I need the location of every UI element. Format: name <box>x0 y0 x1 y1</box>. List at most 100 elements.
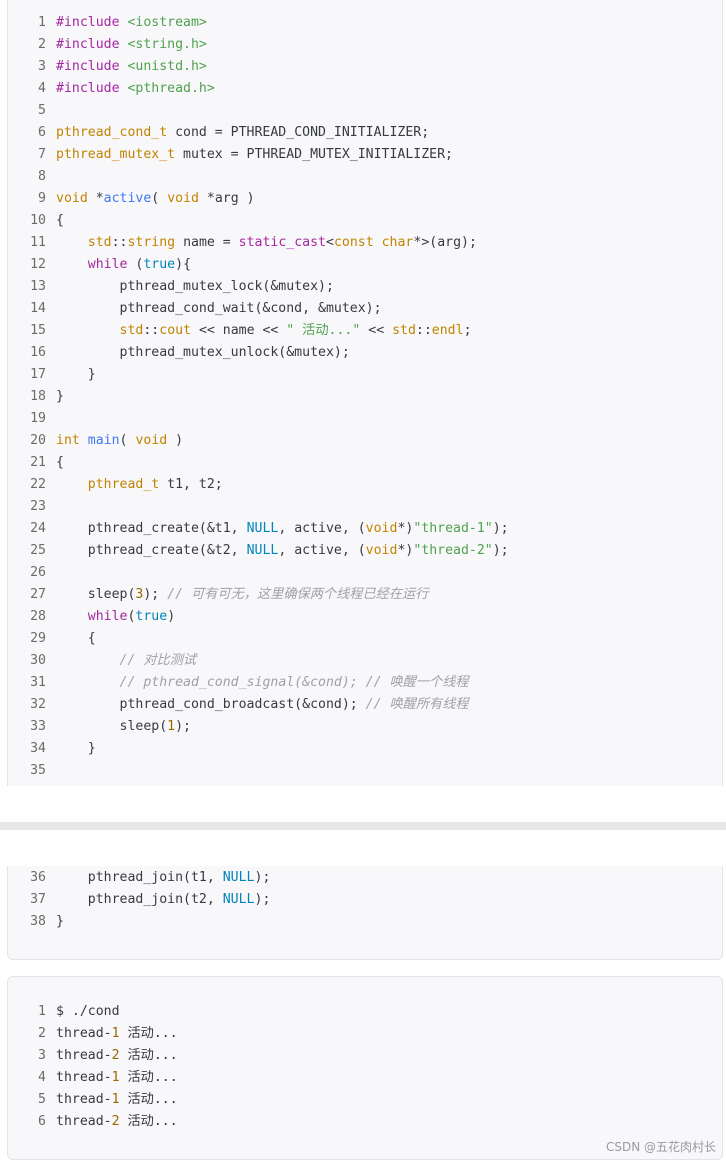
line-number: 19 <box>30 411 46 426</box>
line-text: thread-2 活动... <box>56 1048 178 1063</box>
line-text: // pthread_cond_signal(&cond); // 唤醒一个线程 <box>119 675 469 690</box>
code-line: 4 #include <pthread.h> <box>8 78 722 100</box>
output-block: 1 $ ./cond 2 thread-1 活动... 3 thread-2 活动... 4… <box>7 976 723 1160</box>
line-number: 6 <box>38 125 46 140</box>
line-text: std::string name = static_cast<const cha… <box>87 235 477 250</box>
line-text: pthread_t t1, t2; <box>87 477 223 492</box>
line-number: 13 <box>30 279 46 294</box>
line-number: 5 <box>38 103 46 118</box>
line-text: pthread_create(&t2, NULL, active, (void*… <box>56 543 509 558</box>
line-text: int main( void ) <box>56 433 184 448</box>
code-line: 5 <box>8 100 722 122</box>
line-text: std::cout << name << " 活动..." << std::en… <box>119 323 472 338</box>
code-line: 21 { <box>8 452 722 474</box>
code-block-continued: 36 pthread_join(t1, NULL); 37 pthread_joi… <box>7 866 723 960</box>
line-text: #include <string.h> <box>56 37 207 52</box>
line-number: 9 <box>38 191 46 206</box>
line-number: 28 <box>30 609 46 624</box>
code-line: 2 thread-1 活动... <box>8 1023 722 1045</box>
terminal-output: 1 $ ./cond 2 thread-1 活动... 3 thread-2 活动... 4… <box>8 1001 722 1133</box>
line-number: 1 <box>38 1004 46 1019</box>
line-number: 3 <box>38 1048 46 1063</box>
code-line: 17 } <box>8 364 722 386</box>
page-separator <box>0 822 726 830</box>
line-text: } <box>56 741 96 756</box>
code-line: 23 <box>8 496 722 518</box>
code-line: 3 thread-2 活动... <box>8 1045 722 1067</box>
line-number: 4 <box>38 81 46 96</box>
line-number: 26 <box>30 565 46 580</box>
line-text: sleep(3); // 可有可无，这里确保两个线程已经在运行 <box>56 587 429 602</box>
line-text: thread-2 活动... <box>56 1114 178 1129</box>
line-number: 7 <box>38 147 46 162</box>
line-number: 37 <box>30 892 46 907</box>
line-text: thread-1 活动... <box>56 1092 178 1107</box>
code-line: 38} <box>8 911 722 933</box>
code-line: 6 thread-2 活动... <box>8 1111 722 1133</box>
line-text: pthread_mutex_lock(&mutex); <box>56 279 334 294</box>
code-line: 5 thread-1 活动... <box>8 1089 722 1111</box>
line-text: #include <iostream> <box>56 15 207 30</box>
line-text: while(true) <box>87 609 176 624</box>
line-number: 2 <box>38 1026 46 1041</box>
line-text: sleep(1); <box>56 719 191 734</box>
code-line: 31 // pthread_cond_signal(&cond); // 唤醒一… <box>8 672 722 694</box>
line-number: 15 <box>30 323 46 338</box>
line-text: $ ./cond <box>56 1004 120 1019</box>
line-text: thread-1 活动... <box>56 1070 178 1085</box>
line-number: 27 <box>30 587 46 602</box>
line-number: 5 <box>38 1092 46 1107</box>
code-line: 3 #include <unistd.h> <box>8 56 722 78</box>
line-text: #include <pthread.h> <box>56 81 215 96</box>
code-line: 15 std::cout << name << " 活动..." << std:… <box>8 320 722 342</box>
line-number: 30 <box>30 653 46 668</box>
line-text: pthread_cond_broadcast(&cond); // 唤醒所有线程 <box>56 697 469 712</box>
code-line: 22 pthread_t t1, t2; <box>8 474 722 496</box>
line-text: void *active( void *arg ) <box>56 191 255 206</box>
code-block-top: 1 #include <iostream> 2 #include <string.h>… <box>7 0 723 786</box>
line-number: 35 <box>30 763 46 778</box>
code-line: 25 pthread_create(&t2, NULL, active, (vo… <box>8 540 722 562</box>
code-line: 28 while(true) <box>8 606 722 628</box>
line-number: 24 <box>30 521 46 536</box>
line-number: 10 <box>30 213 46 228</box>
code-line: 32 pthread_cond_broadcast(&cond); // 唤醒所… <box>8 694 722 716</box>
csdn-watermark: CSDN @五花肉村长 <box>605 1140 716 1154</box>
line-text: pthread_create(&t1, NULL, active, (void*… <box>56 521 509 536</box>
line-number: 12 <box>30 257 46 272</box>
line-number: 22 <box>30 477 46 492</box>
code-line: 1 #include <iostream> <box>8 12 722 34</box>
line-number: 23 <box>30 499 46 514</box>
line-text: } <box>56 914 64 929</box>
line-number: 32 <box>30 697 46 712</box>
code-line: 34 } <box>8 738 722 760</box>
code-listing: 1 #include <iostream> 2 #include <string.h>… <box>8 12 722 782</box>
code-line: 29 { <box>8 628 722 650</box>
code-line: 20 int main( void ) <box>8 430 722 452</box>
line-text: } <box>56 367 96 382</box>
line-number: 2 <box>38 37 46 52</box>
line-number: 20 <box>30 433 46 448</box>
line-text: // 对比测试 <box>119 653 197 668</box>
code-line: 11 std::string name = static_cast<const … <box>8 232 722 254</box>
page-gap <box>0 830 726 866</box>
line-text: pthread_cond_t cond = PTHREAD_COND_INITI… <box>56 125 430 140</box>
code-line: 27 sleep(3); // 可有可无，这里确保两个线程已经在运行 <box>8 584 722 606</box>
code-line: 1 $ ./cond <box>8 1001 722 1023</box>
line-number: 3 <box>38 59 46 74</box>
code-line: 37 pthread_join(t2, NULL); <box>8 889 722 911</box>
line-text: { <box>56 213 64 228</box>
line-number: 11 <box>30 235 46 250</box>
code-line: 6 pthread_cond_t cond = PTHREAD_COND_INIT… <box>8 122 722 144</box>
line-number: 4 <box>38 1070 46 1085</box>
line-text: thread-1 活动... <box>56 1026 178 1041</box>
code-line: 9 void *active( void *arg ) <box>8 188 722 210</box>
code-line: 33 sleep(1); <box>8 716 722 738</box>
line-number: 6 <box>38 1114 46 1129</box>
code-line: 30 // 对比测试 <box>8 650 722 672</box>
line-number: 29 <box>30 631 46 646</box>
line-number: 1 <box>38 15 46 30</box>
code-line: 24 pthread_create(&t1, NULL, active, (vo… <box>8 518 722 540</box>
line-text: { <box>56 455 64 470</box>
code-line: 18} <box>8 386 722 408</box>
